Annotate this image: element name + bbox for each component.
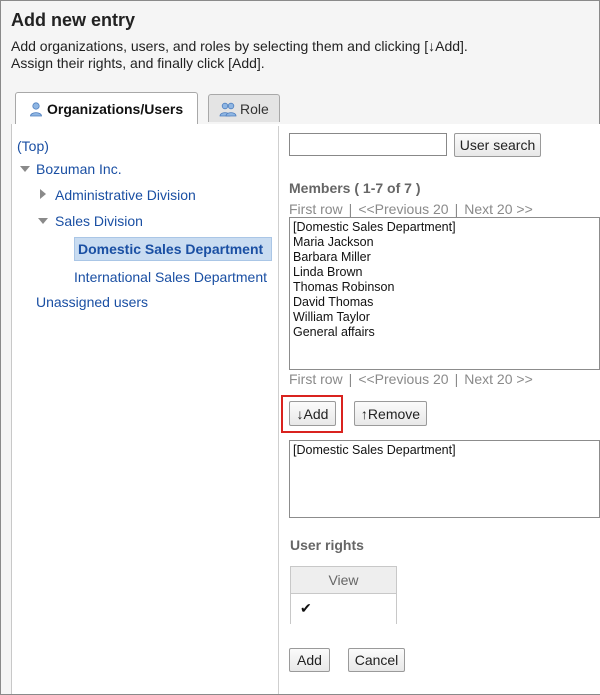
previous-20-link[interactable]: <<Previous 20 — [358, 371, 448, 387]
tree-item-international-sales[interactable]: International Sales Department — [74, 269, 267, 285]
column-divider — [278, 126, 279, 694]
final-add-button[interactable]: Add — [289, 648, 330, 672]
page-title: Add new entry — [11, 10, 136, 30]
tree-item-bozuman[interactable]: Bozuman Inc. — [36, 161, 122, 177]
members-option[interactable]: David Thomas — [290, 295, 599, 310]
next-20-link[interactable]: Next 20 >> — [464, 371, 533, 387]
remove-from-selection-button[interactable]: ↑Remove — [354, 401, 427, 426]
view-rights-cell[interactable]: ✔ — [291, 594, 396, 624]
tree-item-unassigned-users[interactable]: Unassigned users — [36, 294, 148, 310]
members-option[interactable]: Maria Jackson — [290, 235, 599, 250]
pager-separator: | — [348, 201, 353, 217]
pager-separator: | — [454, 371, 459, 387]
pager-separator: | — [348, 371, 353, 387]
group-icon — [219, 101, 237, 117]
members-listbox[interactable]: [Domestic Sales Department] Maria Jackso… — [289, 217, 600, 370]
members-option[interactable]: William Taylor — [290, 310, 599, 325]
pager-separator: | — [454, 201, 459, 217]
tree-item-sales-division[interactable]: Sales Division — [55, 213, 143, 229]
selected-option[interactable]: [Domestic Sales Department] — [290, 443, 599, 458]
members-heading: Members ( 1-7 of 7 ) — [289, 180, 421, 196]
members-option[interactable]: General affairs — [290, 325, 599, 340]
members-pager-top: First row | <<Previous 20 | Next 20 >> — [289, 201, 533, 217]
members-pager-bottom: First row | <<Previous 20 | Next 20 >> — [289, 371, 533, 387]
collapse-arrow-icon[interactable] — [38, 218, 48, 224]
selected-listbox[interactable]: [Domestic Sales Department] — [289, 440, 600, 518]
expand-arrow-icon[interactable] — [40, 189, 46, 199]
user-search-button[interactable]: User search — [454, 133, 541, 157]
previous-20-link[interactable]: <<Previous 20 — [358, 201, 448, 217]
collapse-arrow-icon[interactable] — [20, 166, 30, 172]
user-search-input[interactable] — [289, 133, 447, 156]
user-icon — [28, 101, 44, 117]
page-description: Add organizations, users, and roles by s… — [11, 38, 468, 72]
members-option[interactable]: Barbara Miller — [290, 250, 599, 265]
rights-column-view: View — [291, 567, 396, 594]
next-20-link[interactable]: Next 20 >> — [464, 201, 533, 217]
tab-role[interactable]: Role — [208, 94, 280, 122]
user-rights-heading: User rights — [290, 537, 364, 553]
tree-item-administrative-division[interactable]: Administrative Division — [55, 187, 196, 203]
add-to-selection-button[interactable]: ↓Add — [289, 401, 336, 426]
cancel-button[interactable]: Cancel — [348, 648, 405, 672]
tab-bar: Organizations/Users Role — [11, 92, 598, 125]
first-row-link[interactable]: First row — [289, 371, 343, 387]
description-line-1: Add organizations, users, and roles by s… — [11, 38, 468, 54]
tab-organizations-users[interactable]: Organizations/Users — [15, 92, 198, 125]
members-option[interactable]: Linda Brown — [290, 265, 599, 280]
tree-item-top[interactable]: (Top) — [17, 138, 49, 154]
checkmark-icon: ✔ — [300, 600, 312, 616]
members-option[interactable]: Thomas Robinson — [290, 280, 599, 295]
user-rights-table: View ✔ — [290, 566, 397, 624]
tab-label: Organizations/Users — [47, 101, 184, 117]
first-row-link[interactable]: First row — [289, 201, 343, 217]
tab-label: Role — [240, 100, 269, 117]
members-option[interactable]: [Domestic Sales Department] — [290, 220, 599, 235]
tree-item-domestic-sales[interactable]: Domestic Sales Department — [78, 241, 263, 257]
description-line-2: Assign their rights, and finally click [… — [11, 55, 265, 71]
